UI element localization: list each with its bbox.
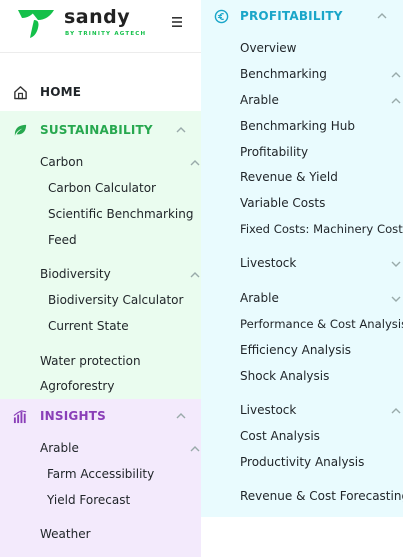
nav-revenue-yield[interactable]: Revenue & Yield [240,170,338,184]
nav-benchmarking-hub[interactable]: Benchmarking Hub [240,119,355,133]
nav-insights[interactable]: INSIGHTS [13,408,193,426]
chevron-up-icon[interactable] [175,125,187,135]
nav-profitability[interactable]: PROFITABILITY [214,8,389,26]
sandy-logo[interactable]: sandy BY TRINITY AGTECH [16,4,146,44]
nav-biodiversity-calculator[interactable]: Biodiversity Calculator [48,293,183,307]
chevron-up-icon[interactable] [175,411,187,421]
home-icon [14,86,27,100]
nav-revenue-cost-forecasting[interactable]: Revenue & Cost Forecasting [240,489,403,503]
chevron-up-icon[interactable] [390,406,402,416]
nav-overview[interactable]: Overview [240,41,297,55]
nav-home[interactable]: HOME [13,84,193,102]
leaf-icon [14,124,27,137]
nav-water-protection[interactable]: Water protection [40,354,141,368]
nav-efficiency-analysis[interactable]: Efficiency Analysis [240,343,351,357]
nav-yield-forecast[interactable]: Yield Forecast [47,493,130,507]
nav-cost-analysis[interactable]: Cost Analysis [240,429,320,443]
nav-productivity-analysis[interactable]: Productivity Analysis [240,455,364,469]
hamburger-menu-button[interactable] [172,16,182,28]
chevron-up-icon[interactable] [189,270,201,280]
chevron-down-icon[interactable] [390,259,402,269]
brand-name: sandy [64,6,131,28]
nav-benchmarking-arable[interactable]: Arable [240,291,279,305]
brand-tagline: BY TRINITY AGTECH [65,31,147,37]
nav-sustainability-label: SUSTAINABILITY [40,123,153,137]
nav-insights-label: INSIGHTS [40,409,106,423]
nav-variable-costs[interactable]: Variable Costs [240,196,325,210]
nav-carbon-calculator[interactable]: Carbon Calculator [48,181,156,195]
nav-sustainability[interactable]: SUSTAINABILITY [13,122,193,140]
nav-profitability-livestock[interactable]: Livestock [240,256,296,270]
nav-shock-analysis[interactable]: Shock Analysis [240,369,329,383]
nav-fixed-costs-machinery[interactable]: Fixed Costs: Machinery Costs [240,222,403,236]
nav-benchmarking-livestock[interactable]: Livestock [240,403,296,417]
logo-divider [0,52,201,53]
nav-carbon[interactable]: Carbon [40,155,83,169]
nav-performance-cost-analysis[interactable]: Performance & Cost Analysis [240,317,403,331]
chevron-up-icon[interactable] [376,11,388,21]
sidebar: sandy BY TRINITY AGTECH HOME SUSTAINABIL… [0,0,201,557]
insights-icon [13,410,27,424]
nav-home-label: HOME [40,85,82,99]
chevron-up-icon[interactable] [189,444,201,454]
nav-scientific-benchmarking[interactable]: Scientific Benchmarking [48,207,193,221]
nav-current-state[interactable]: Current State [48,319,129,333]
nav-benchmarking[interactable]: Benchmarking [240,67,327,81]
chevron-down-icon[interactable] [390,294,402,304]
profitability-flyout: PROFITABILITY Overview Benchmarking Arab… [201,0,403,517]
euro-circle-icon [214,9,229,24]
nav-profitability-label: PROFITABILITY [240,9,343,23]
nav-biodiversity[interactable]: Biodiversity [40,267,111,281]
chevron-up-icon[interactable] [390,70,402,80]
chevron-up-icon[interactable] [390,96,402,106]
hamburger-menu-icon [172,17,182,27]
nav-feed[interactable]: Feed [48,233,77,247]
nav-weather[interactable]: Weather [40,527,91,541]
nav-profitability-arable[interactable]: Arable [240,93,279,107]
nav-farm-accessibility[interactable]: Farm Accessibility [47,467,154,481]
sandy-logo-icon [18,10,54,38]
nav-agroforestry[interactable]: Agroforestry [40,379,114,393]
nav-profitability-page[interactable]: Profitability [240,145,308,159]
nav-insights-arable[interactable]: Arable [40,441,79,455]
chevron-up-icon[interactable] [189,158,201,168]
